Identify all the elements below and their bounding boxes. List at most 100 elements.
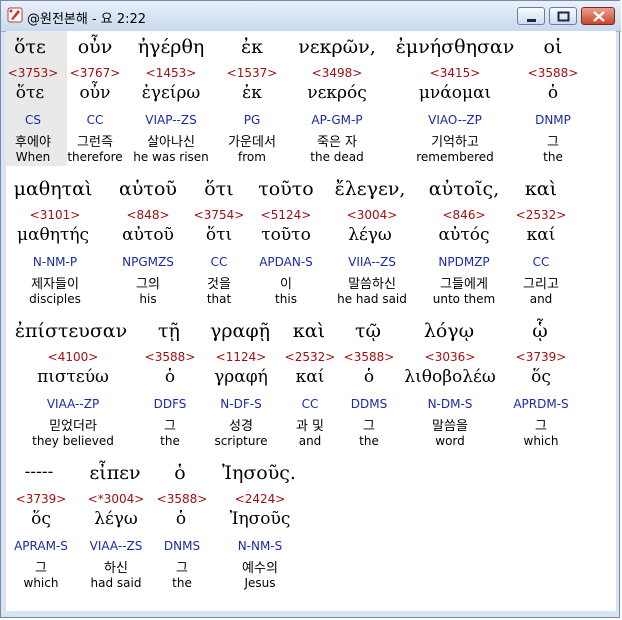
- strongs-number[interactable]: <3101>: [30, 208, 81, 222]
- parsing-code[interactable]: CC: [211, 255, 228, 269]
- strongs-number[interactable]: <3036>: [425, 350, 476, 364]
- lexical-form[interactable]: ὁ: [364, 367, 374, 387]
- greek-word[interactable]: νεκρῶν,: [298, 36, 376, 58]
- greek-word[interactable]: τοῦτο: [258, 178, 313, 200]
- lexical-form[interactable]: ὅτι: [206, 225, 232, 245]
- strongs-number[interactable]: <1124>: [216, 350, 267, 364]
- strongs-number[interactable]: <3588>: [528, 66, 579, 80]
- greek-word[interactable]: τῇ: [158, 320, 180, 342]
- lexical-form[interactable]: μαθητής: [17, 225, 89, 245]
- lexical-form[interactable]: αὐτός: [439, 225, 490, 245]
- lexical-form[interactable]: ἐκ: [242, 83, 262, 103]
- lexical-form[interactable]: μνάομαι: [419, 83, 491, 103]
- parsing-code[interactable]: APDAN-S: [259, 255, 313, 269]
- greek-word[interactable]: ᾧ: [532, 320, 548, 342]
- parsing-code[interactable]: CC: [302, 397, 319, 411]
- greek-word[interactable]: -----: [25, 462, 54, 482]
- greek-word[interactable]: ὅτε: [14, 36, 46, 58]
- parsing-code[interactable]: VIAO--ZP: [428, 113, 482, 127]
- greek-word[interactable]: καὶ: [293, 320, 325, 342]
- greek-word[interactable]: τῷ: [355, 320, 381, 342]
- lexical-form[interactable]: πιστεύω: [37, 367, 109, 387]
- strongs-number[interactable]: <3588>: [145, 350, 196, 364]
- parsing-code[interactable]: N-NM-P: [33, 255, 77, 269]
- strongs-number[interactable]: <3004>: [347, 208, 398, 222]
- greek-word[interactable]: καὶ: [525, 178, 557, 200]
- strongs-number[interactable]: <3739>: [16, 492, 67, 506]
- strongs-number[interactable]: <*3004>: [88, 492, 145, 506]
- greek-word[interactable]: ἐκ: [241, 36, 263, 58]
- strongs-number[interactable]: <3498>: [312, 66, 363, 80]
- lexical-form[interactable]: Ἰησοῦς: [230, 509, 291, 529]
- strongs-number[interactable]: <5124>: [261, 208, 312, 222]
- lexical-form[interactable]: γραφή: [214, 367, 268, 387]
- minimize-button[interactable]: [517, 7, 545, 25]
- strongs-number[interactable]: <3739>: [516, 350, 567, 364]
- parsing-code[interactable]: N-NM-S: [238, 539, 283, 553]
- parsing-code[interactable]: VIIA--ZS: [348, 255, 396, 269]
- strongs-number[interactable]: <4100>: [48, 350, 99, 364]
- greek-word[interactable]: λόγῳ: [424, 320, 474, 342]
- lexical-form[interactable]: ὅς: [31, 509, 51, 529]
- strongs-number[interactable]: <3767>: [70, 66, 121, 80]
- strongs-number[interactable]: <3415>: [430, 66, 481, 80]
- greek-word[interactable]: ἠγέρθη: [138, 36, 205, 58]
- parsing-code[interactable]: DNMP: [535, 113, 571, 127]
- parsing-code[interactable]: CS: [25, 113, 41, 127]
- parsing-code[interactable]: VIAA--ZS: [90, 539, 143, 553]
- lexical-form[interactable]: νεκρός: [307, 83, 367, 103]
- lexical-form[interactable]: λέγω: [94, 509, 138, 529]
- strongs-number[interactable]: <3588>: [344, 350, 395, 364]
- greek-word[interactable]: ἐμνήσθησαν: [396, 36, 515, 58]
- parsing-code[interactable]: APRAM-S: [14, 539, 68, 553]
- greek-word[interactable]: Ἰησοῦς.: [222, 462, 296, 484]
- greek-word[interactable]: μαθηταὶ: [14, 178, 93, 200]
- lexical-form[interactable]: καί: [527, 225, 556, 245]
- lexical-form[interactable]: λιθοβολέω: [404, 367, 495, 387]
- parsing-code[interactable]: N-DF-S: [220, 397, 261, 411]
- parsing-code[interactable]: DDFS: [154, 397, 187, 411]
- lexical-form[interactable]: οὖν: [80, 83, 111, 103]
- parsing-code[interactable]: APRDM-S: [513, 397, 568, 411]
- strongs-number[interactable]: <2532>: [285, 350, 336, 364]
- strongs-number[interactable]: <3588>: [157, 492, 208, 506]
- lexical-form[interactable]: λέγω: [348, 225, 392, 245]
- lexical-form[interactable]: ὁ: [176, 509, 186, 529]
- parsing-code[interactable]: NPGMZS: [122, 255, 174, 269]
- strongs-number[interactable]: <2532>: [516, 208, 567, 222]
- parsing-code[interactable]: N-DM-S: [428, 397, 473, 411]
- strongs-number[interactable]: <1537>: [227, 66, 278, 80]
- parsing-code[interactable]: DDMS: [351, 397, 387, 411]
- strongs-number[interactable]: <3753>: [8, 66, 59, 80]
- lexical-form[interactable]: ἐγείρω: [142, 83, 201, 103]
- parsing-code[interactable]: CC: [533, 255, 550, 269]
- greek-word[interactable]: γραφῇ: [210, 320, 270, 342]
- strongs-number[interactable]: <2424>: [235, 492, 286, 506]
- parsing-code[interactable]: VIAA--ZP: [47, 397, 99, 411]
- strongs-number[interactable]: <846>: [442, 208, 485, 222]
- strongs-number[interactable]: <1453>: [146, 66, 197, 80]
- greek-word[interactable]: οὖν: [78, 36, 113, 58]
- lexical-form[interactable]: τοῦτο: [261, 225, 311, 245]
- parsing-code[interactable]: PG: [244, 113, 261, 127]
- parsing-code[interactable]: DNMS: [164, 539, 200, 553]
- lexical-form[interactable]: ὁ: [548, 83, 558, 103]
- greek-word[interactable]: εἶπεν: [89, 462, 140, 484]
- greek-word[interactable]: οἱ: [544, 36, 563, 58]
- lexical-form[interactable]: ὁ: [165, 367, 175, 387]
- title-bar[interactable]: @원전본해 - 요 2:22: [1, 1, 621, 32]
- lexical-form[interactable]: ὅς: [531, 367, 551, 387]
- maximize-button[interactable]: [549, 7, 577, 25]
- strongs-number[interactable]: <848>: [126, 208, 169, 222]
- parsing-code[interactable]: VIAP--ZS: [145, 113, 196, 127]
- lexical-form[interactable]: καί: [296, 367, 325, 387]
- greek-word[interactable]: ὁ: [174, 462, 185, 484]
- greek-word[interactable]: ἔλεγεν,: [335, 178, 406, 200]
- close-button[interactable]: [581, 7, 615, 25]
- greek-word[interactable]: ὅτι: [204, 178, 233, 200]
- strongs-number[interactable]: <3754>: [194, 208, 245, 222]
- greek-word[interactable]: ἐπίστευσαν: [15, 320, 127, 342]
- parsing-code[interactable]: AP-GM-P: [311, 113, 362, 127]
- greek-word[interactable]: αὐτοῦ: [119, 178, 177, 200]
- greek-word[interactable]: αὐτοῖς,: [429, 178, 499, 200]
